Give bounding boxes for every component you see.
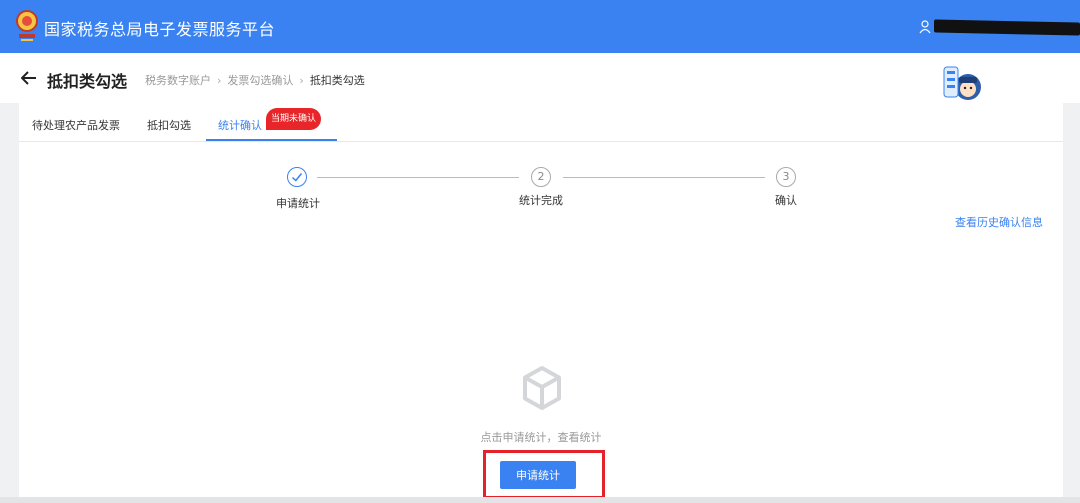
step-2-label: 统计完成 — [519, 194, 563, 207]
main-card: 待处理农产品发票 抵扣勾选 统计确认 当期未确认 2 3 申请统计 统计完成 确… — [19, 103, 1063, 499]
empty-state-message: 点击申请统计，查看统计 — [480, 431, 602, 444]
progress-stepper: 2 3 申请统计 统计完成 确认 — [19, 103, 1063, 223]
page-header: 抵扣类勾选 税务数字账户 › 发票勾选确认 › 抵扣类勾选 — [0, 53, 1080, 103]
step-2-circle: 2 — [531, 167, 551, 187]
breadcrumb-item-current: 抵扣类勾选 — [309, 74, 365, 87]
step-1-check-icon — [287, 167, 307, 187]
app-title: 国家税务总局电子发票服务平台 — [44, 20, 276, 39]
assistant-mascot-icon[interactable] — [942, 63, 982, 103]
chevron-right-icon: › — [217, 74, 222, 87]
user-name-redacted[interactable] — [934, 19, 1080, 36]
breadcrumb-item-invoice-confirm[interactable]: 发票勾选确认 — [227, 74, 293, 87]
step-connector — [317, 177, 519, 178]
step-connector — [563, 177, 765, 178]
bottom-strip — [0, 497, 1080, 503]
step-1-label: 申请统计 — [276, 197, 320, 210]
tax-emblem-logo — [16, 10, 38, 41]
top-bar: 国家税务总局电子发票服务平台 — [0, 0, 1080, 53]
apply-statistics-button[interactable]: 申请统计 — [500, 461, 576, 489]
back-arrow-icon[interactable] — [21, 71, 37, 85]
chevron-right-icon: › — [299, 74, 304, 87]
breadcrumb-item-account[interactable]: 税务数字账户 — [145, 74, 211, 87]
step-3-circle: 3 — [776, 167, 796, 187]
user-icon[interactable] — [919, 20, 931, 34]
breadcrumb: 税务数字账户 › 发票勾选确认 › 抵扣类勾选 — [145, 72, 365, 88]
empty-box-icon — [523, 366, 561, 410]
page-title: 抵扣类勾选 — [47, 72, 128, 91]
step-3-label: 确认 — [775, 194, 797, 207]
view-history-link[interactable]: 查看历史确认信息 — [955, 214, 1043, 230]
